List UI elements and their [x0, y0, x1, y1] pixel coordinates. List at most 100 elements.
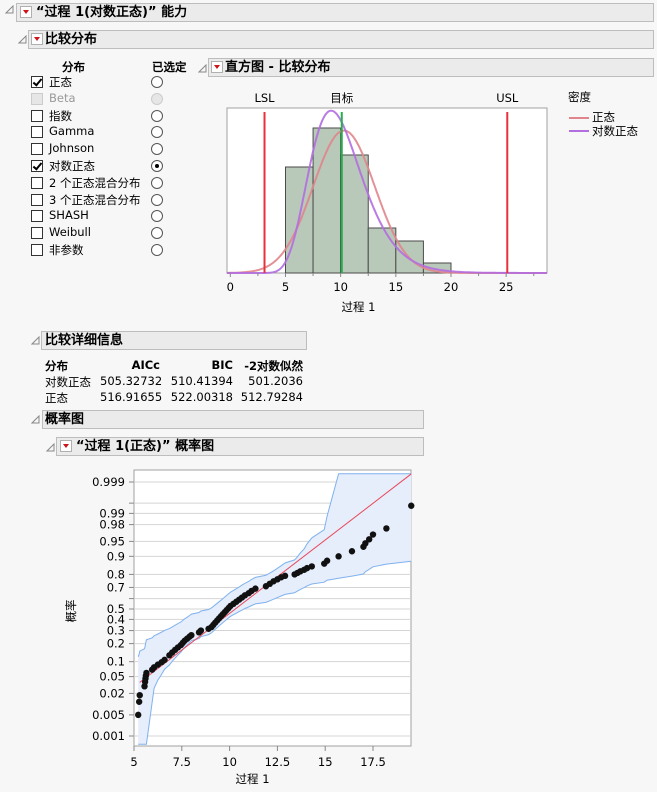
- legend-label-lognormal: 对数正态: [592, 124, 638, 138]
- data-point: [252, 585, 259, 592]
- distribution-label: Beta: [49, 90, 76, 105]
- distribution-select-radio[interactable]: [151, 244, 163, 256]
- details-cell: 512.79284: [240, 390, 303, 404]
- distribution-select-radio: [151, 92, 163, 105]
- distribution-select-radio[interactable]: [151, 76, 163, 88]
- details-title: 比较详细信息: [45, 333, 124, 348]
- data-point: [348, 548, 356, 555]
- x-axis-label: 过程 1: [341, 300, 375, 314]
- prob-plot-title: “过程 1(正态)” 概率图: [76, 439, 215, 454]
- x-tick-label: 25: [499, 280, 514, 294]
- probability-plot-chart: 0.0010.0050.020.050.10.20.30.40.50.70.80…: [64, 469, 415, 786]
- details-cell: 510.41394: [170, 374, 233, 388]
- x-tick-label: 7.5: [173, 755, 191, 769]
- distribution-checkbox[interactable]: [31, 210, 43, 223]
- distribution-label: 指数: [49, 108, 72, 123]
- collapse-triangle-icon[interactable]: [5, 5, 14, 14]
- collapse-triangle-icon[interactable]: [18, 35, 27, 44]
- spec-limit-label: USL: [496, 91, 519, 105]
- data-point: [335, 553, 342, 560]
- distribution-label: 2 个正态混合分布: [49, 175, 141, 190]
- col-distribution: 分布: [62, 60, 85, 74]
- distribution-select-radio[interactable]: [151, 143, 163, 156]
- data-point: [408, 502, 415, 509]
- red-menu-icon[interactable]: [60, 439, 72, 452]
- histogram-chart: LSL 目标 USL 0 5 10 15 20 25 过程 1: [226, 91, 548, 314]
- distribution-checkbox[interactable]: [31, 160, 43, 172]
- x-tick-label: 5: [130, 755, 137, 769]
- y-tick-label: 0.1: [107, 655, 125, 669]
- legend-swatch-normal: [569, 117, 589, 119]
- details-column-header: BIC: [211, 358, 233, 372]
- histogram-bar: [340, 154, 369, 274]
- y-tick-label: 0.02: [99, 686, 125, 700]
- details-cell: 516.91655: [100, 390, 163, 404]
- red-menu-icon[interactable]: [20, 5, 32, 18]
- distribution-checkbox[interactable]: [31, 109, 43, 122]
- distribution-checkbox[interactable]: [31, 227, 43, 240]
- y-tick-label: 0.9: [107, 549, 125, 563]
- data-point: [281, 572, 289, 580]
- distribution-label: Gamma: [49, 124, 95, 139]
- collapse-triangle-icon[interactable]: [31, 415, 40, 424]
- histogram-bar: [367, 227, 397, 274]
- x-tick-label: 15: [318, 755, 333, 769]
- data-point: [135, 711, 142, 719]
- distribution-select-radio[interactable]: [151, 176, 163, 189]
- x-tick-label: 5: [282, 280, 289, 294]
- compare-title: 比较分布: [45, 32, 98, 47]
- red-menu-icon[interactable]: [31, 32, 43, 45]
- details-cell: 对数正态: [45, 375, 91, 389]
- distribution-checkbox[interactable]: [31, 126, 43, 139]
- distribution-label: Johnson: [49, 141, 95, 156]
- spec-limit-label: 目标: [330, 91, 353, 105]
- distribution-label: 对数正态: [49, 159, 95, 173]
- legend-title: 密度: [568, 90, 591, 104]
- data-point: [197, 627, 205, 634]
- data-point: [383, 525, 390, 532]
- distribution-select-radio[interactable]: [151, 227, 163, 240]
- y-tick-label: 0.005: [92, 708, 125, 722]
- x-tick-label: 12.5: [265, 755, 291, 769]
- distribution-select-radio[interactable]: [151, 160, 163, 172]
- collapse-triangle-icon[interactable]: [46, 443, 55, 452]
- data-point: [143, 669, 150, 677]
- data-point: [188, 631, 195, 639]
- collapse-triangle-icon[interactable]: [198, 64, 207, 73]
- distribution-select-radio[interactable]: [151, 210, 163, 223]
- distribution-select-radio[interactable]: [151, 109, 163, 122]
- distribution-checkbox[interactable]: [31, 244, 43, 256]
- y-tick-label: 0.8: [107, 567, 125, 581]
- y-tick-label: 0.999: [92, 475, 125, 489]
- legend-swatch-lognormal: [569, 130, 589, 132]
- details-cell: 522.00318: [170, 390, 233, 404]
- x-tick-label: 15: [389, 280, 404, 294]
- details-column-header: AICc: [131, 358, 160, 372]
- distribution-checkbox[interactable]: [31, 143, 43, 156]
- report-header: “过程 1(对数正态)” 能力: [16, 3, 654, 22]
- distribution-checkbox[interactable]: [31, 76, 43, 88]
- data-point: [161, 656, 168, 664]
- x-axis-label: 过程 1: [236, 772, 270, 786]
- distribution-checkbox[interactable]: [31, 193, 43, 206]
- data-point: [135, 698, 143, 705]
- distribution-checkbox: [31, 92, 43, 105]
- details-column-header: 分布: [45, 359, 68, 373]
- report-title: “过程 1(对数正态)” 能力: [36, 5, 188, 20]
- collapse-triangle-icon[interactable]: [31, 336, 40, 345]
- y-tick-label: 0.001: [92, 729, 125, 743]
- details-column-header: -2对数似然: [244, 359, 303, 373]
- col-selected: 已选定: [152, 60, 187, 74]
- red-menu-icon[interactable]: [211, 60, 223, 73]
- details-cell: 505.32732: [100, 374, 163, 388]
- details-cell: 正态: [45, 391, 68, 405]
- distribution-select-radio[interactable]: [151, 126, 163, 139]
- distribution-checkbox[interactable]: [31, 176, 43, 189]
- data-point: [323, 557, 331, 564]
- probability-plot-section-header: 概率图: [42, 410, 424, 429]
- x-tick-label: 10: [333, 280, 348, 294]
- y-tick-label: 0.5: [107, 602, 125, 616]
- x-tick-label: 0: [227, 280, 234, 294]
- distribution-select-radio[interactable]: [151, 193, 163, 206]
- spec-limit-label: LSL: [254, 91, 275, 105]
